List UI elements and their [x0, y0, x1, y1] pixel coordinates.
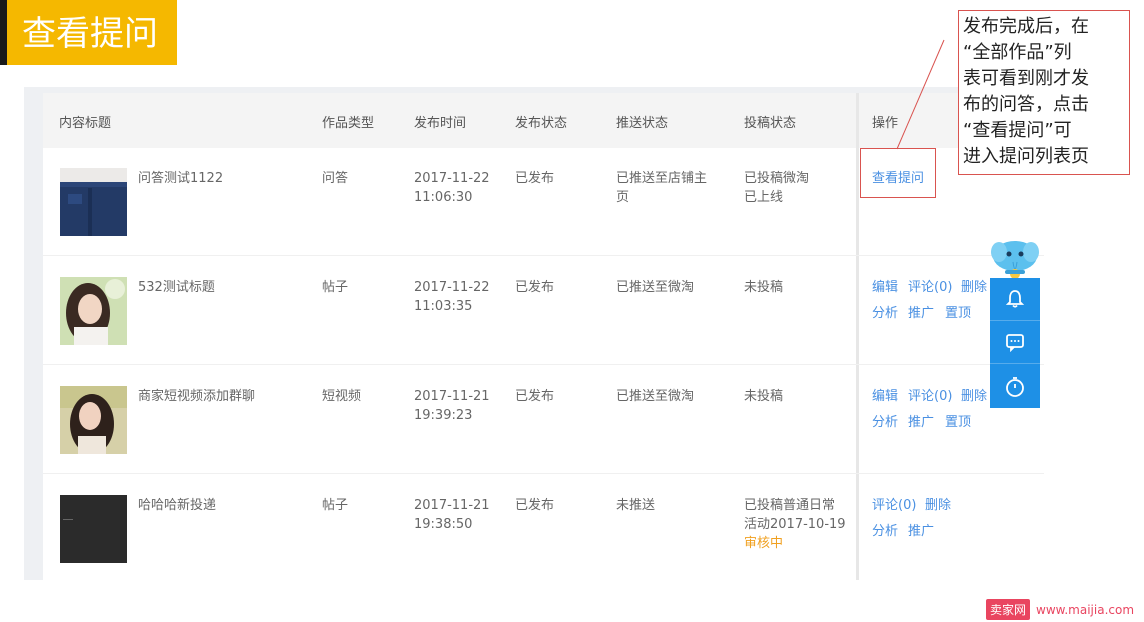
- page-title: 查看提问: [22, 14, 158, 54]
- row-submit-status-cont: 活动2017-10-19: [744, 517, 846, 532]
- watermark-url: www.maijia.com: [1036, 602, 1135, 617]
- table-row: 商家短视频添加群聊 短视频 2017-11-21 19:39:23 已发布 已推…: [43, 366, 1044, 474]
- analyze-link[interactable]: 分析: [872, 522, 898, 541]
- row-title[interactable]: 532测试标题: [138, 278, 215, 297]
- comments-link[interactable]: 评论(0): [908, 387, 952, 406]
- edit-link[interactable]: 编辑: [872, 278, 898, 297]
- header-time: 发布时间: [414, 116, 467, 131]
- delete-link[interactable]: 删除: [961, 387, 987, 406]
- mascot-icon[interactable]: [991, 236, 1039, 282]
- thumbnail-portrait[interactable]: [60, 386, 127, 454]
- header-publish-status: 发布状态: [515, 116, 568, 131]
- floating-toolbar: [990, 278, 1040, 408]
- pin-link[interactable]: 置顶: [945, 304, 971, 323]
- row-push-status: 未推送: [616, 498, 656, 513]
- delete-link[interactable]: 删除: [925, 496, 951, 515]
- row-clock: 11:06:30: [414, 190, 473, 205]
- analyze-link[interactable]: 分析: [872, 413, 898, 432]
- row-title[interactable]: 问答测试1122: [138, 169, 223, 188]
- page-title-banner: 查看提问: [0, 0, 177, 65]
- bell-icon[interactable]: [990, 278, 1040, 321]
- edit-link[interactable]: 编辑: [872, 387, 898, 406]
- callout-line: “全部作品”列: [963, 42, 1072, 63]
- row-publish-status: 已发布: [515, 171, 555, 186]
- row-publish-status: 已发布: [515, 389, 555, 404]
- promote-link[interactable]: 推广: [908, 304, 934, 323]
- title-accent-bar: [0, 0, 7, 65]
- promote-link[interactable]: 推广: [908, 522, 934, 541]
- message-icon[interactable]: [990, 321, 1040, 364]
- header-type: 作品类型: [322, 116, 375, 131]
- row-push-status-cont: 页: [616, 190, 630, 205]
- callout-line: “查看提问”可: [963, 120, 1072, 141]
- table-row: 哈哈哈新投递 帖子 2017-11-21 19:38:50 已发布 未推送 已投…: [43, 475, 1044, 580]
- row-push-status: 已推送至店铺主: [616, 171, 708, 186]
- row-type: 短视频: [322, 389, 362, 404]
- row-type: 帖子: [322, 498, 349, 513]
- row-submit-status: 未投稿: [744, 280, 784, 295]
- header-title: 内容标题: [59, 116, 112, 131]
- comments-link[interactable]: 评论(0): [908, 278, 952, 297]
- row-title[interactable]: 哈哈哈新投递: [138, 496, 216, 515]
- row-publish-status: 已发布: [515, 280, 555, 295]
- delete-link[interactable]: 删除: [961, 278, 987, 297]
- row-publish-status: 已发布: [515, 498, 555, 513]
- panel-left-strip: [24, 87, 43, 580]
- row-clock: 19:39:23: [414, 408, 473, 423]
- row-clock: 11:03:35: [414, 299, 473, 314]
- row-submit-status-cont: 已上线: [744, 190, 784, 205]
- row-date: 2017-11-22: [414, 171, 490, 186]
- review-status-badge: 审核中: [744, 536, 784, 551]
- header-actions: 操作: [872, 116, 899, 131]
- watermark-badge: 卖家网: [986, 599, 1031, 620]
- callout-line: 表可看到刚才发: [963, 68, 1089, 89]
- row-submit-status: 未投稿: [744, 389, 784, 404]
- table-row: 532测试标题 帖子 2017-11-22 11:03:35 已发布 已推送至微…: [43, 257, 1044, 365]
- comments-link[interactable]: 评论(0): [872, 496, 916, 515]
- row-submit-status: 已投稿普通日常: [744, 498, 836, 513]
- instruction-callout: 发布完成后，在 “全部作品”列 表可看到刚才发 布的问答，点击 “查看提问”可 …: [958, 10, 1130, 175]
- row-date: 2017-11-21: [414, 389, 490, 404]
- header-submit-status: 投稿状态: [744, 116, 797, 131]
- row-type: 帖子: [322, 280, 349, 295]
- row-date: 2017-11-21: [414, 498, 490, 513]
- row-title[interactable]: 商家短视频添加群聊: [138, 387, 255, 406]
- callout-line: 发布完成后，在: [963, 16, 1089, 37]
- header-push-status: 推送状态: [616, 116, 669, 131]
- analyze-link[interactable]: 分析: [872, 304, 898, 323]
- thumbnail-portrait[interactable]: [60, 277, 127, 345]
- timer-icon[interactable]: [990, 365, 1040, 408]
- row-submit-status: 已投稿微淘: [744, 171, 810, 186]
- row-push-status: 已推送至微淘: [616, 389, 695, 404]
- pin-link[interactable]: 置顶: [945, 413, 971, 432]
- row-type: 问答: [322, 171, 349, 186]
- promote-link[interactable]: 推广: [908, 413, 934, 432]
- table-header: 内容标题 作品类型 发布时间 发布状态 推送状态 投稿状态 操作: [43, 93, 1044, 148]
- thumbnail-jeans[interactable]: [60, 168, 127, 236]
- thumbnail-dark-video[interactable]: [60, 495, 127, 563]
- row-date: 2017-11-22: [414, 280, 490, 295]
- row-push-status: 已推送至微淘: [616, 280, 695, 295]
- row-clock: 19:38:50: [414, 517, 473, 532]
- callout-line: 布的问答，点击: [963, 94, 1089, 115]
- view-questions-highlight: [860, 148, 936, 198]
- callout-line: 进入提问列表页: [963, 146, 1089, 167]
- site-watermark: 卖家网 www.maijia.com: [986, 599, 1134, 620]
